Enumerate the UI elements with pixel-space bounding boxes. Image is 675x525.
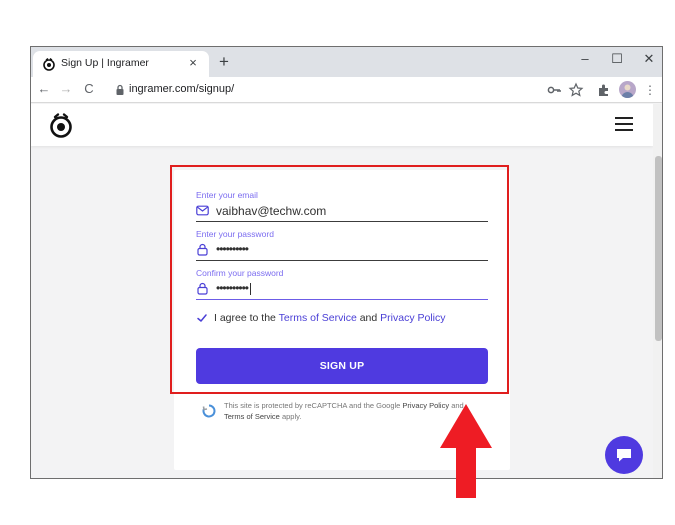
lock-icon [116,84,124,95]
hamburger-menu-icon[interactable] [615,117,633,131]
minimize-button[interactable]: – [571,49,599,69]
chat-button[interactable] [605,436,643,474]
recaptcha-prefix: This site is protected by reCAPTCHA and … [224,401,403,410]
extensions-icon[interactable] [595,81,613,99]
url-text: ingramer.com/signup/ [129,83,235,95]
key-icon[interactable] [545,81,563,99]
forward-button[interactable]: → [57,80,75,98]
star-icon[interactable] [567,81,585,99]
annotation-highlight-box [170,165,509,394]
close-window-button[interactable]: ✕ [635,49,662,69]
page-scrollbar[interactable] [653,104,662,478]
ingramer-logo-icon[interactable] [47,111,75,139]
tab-strip: Sign Up | Ingramer × + – ☐ ✕ [31,47,662,77]
maximize-button[interactable]: ☐ [603,49,631,69]
recaptcha-icon [202,404,216,418]
profile-avatar-icon [621,84,634,98]
tab-title: Sign Up | Ingramer [61,57,149,69]
new-tab-button[interactable]: + [214,52,234,72]
annotation-arrow-icon [440,404,492,498]
address-bar[interactable]: ingramer.com/signup/ [107,80,537,100]
site-header [31,104,653,146]
browser-toolbar: ← → C ingramer.com/signup/ ⋮ [31,77,662,103]
ingramer-favicon-icon [43,57,55,71]
reload-button[interactable]: C [80,80,98,98]
tab-close-icon[interactable]: × [185,55,201,71]
browser-menu-icon[interactable]: ⋮ [641,81,659,99]
tab-signup[interactable]: Sign Up | Ingramer × [33,51,209,77]
recaptcha-suffix: apply. [279,412,302,421]
scroll-thumb[interactable] [655,156,662,341]
recaptcha-terms-link[interactable]: Terms of Service [224,412,280,421]
profile-avatar[interactable] [619,81,636,98]
back-button[interactable]: ← [35,80,53,98]
chat-bubble-icon [617,449,631,462]
